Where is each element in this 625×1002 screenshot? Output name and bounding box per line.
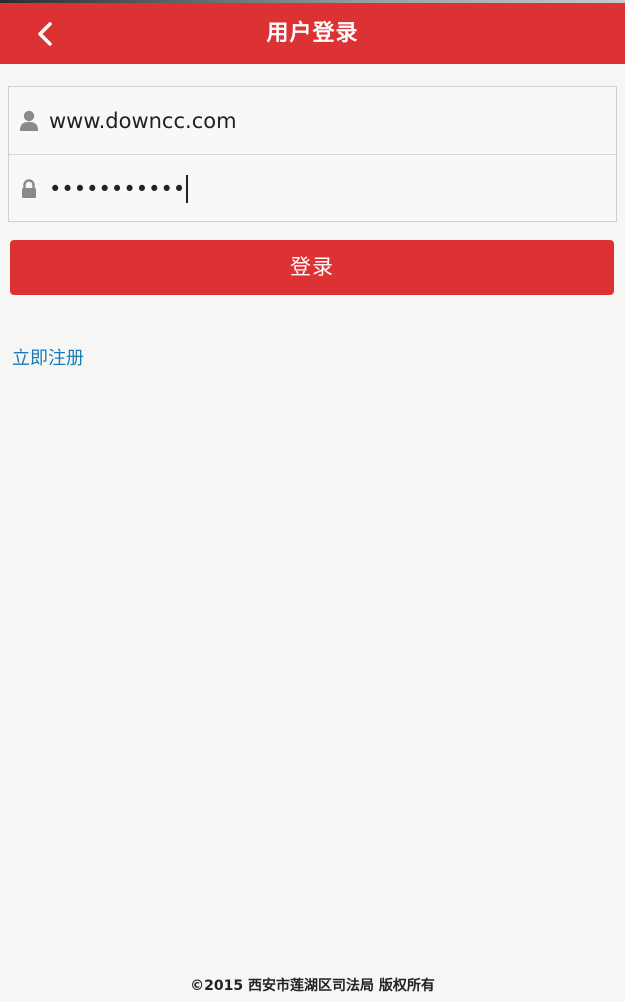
username-row <box>9 87 616 155</box>
password-masked-value: ••••••••••• <box>49 176 186 201</box>
app-header: 用户登录 <box>0 3 625 64</box>
register-link[interactable]: 立即注册 <box>12 344 84 370</box>
user-icon <box>9 87 49 154</box>
password-row: ••••••••••• <box>9 155 616 222</box>
username-input[interactable] <box>49 100 589 141</box>
login-button[interactable]: 登录 <box>10 240 614 295</box>
text-caret <box>186 174 189 203</box>
copyright-footer: ©2015 西安市莲湖区司法局 版权所有 <box>190 978 435 994</box>
login-form: ••••••••••• <box>8 86 617 222</box>
password-input[interactable]: ••••••••••• <box>49 174 189 203</box>
page-title: 用户登录 <box>266 21 359 46</box>
lock-icon <box>9 155 49 222</box>
